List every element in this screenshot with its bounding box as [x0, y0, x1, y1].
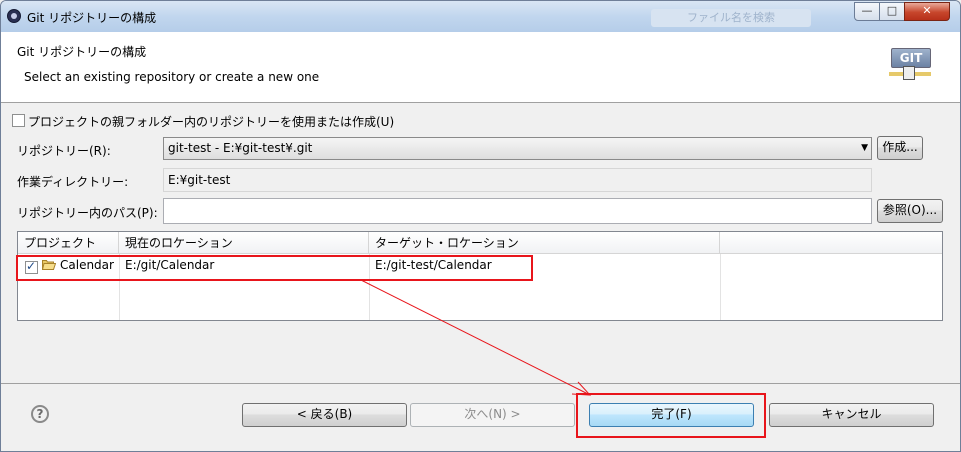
arrow-head — [571, 381, 592, 396]
annotation-arrow — [360, 279, 592, 396]
arrow-line — [360, 279, 591, 396]
configure-git-repository-dialog: Git リポジトリーの構成 ファイル名を検索 — □ ✕ Git リポジトリーの… — [0, 0, 961, 452]
